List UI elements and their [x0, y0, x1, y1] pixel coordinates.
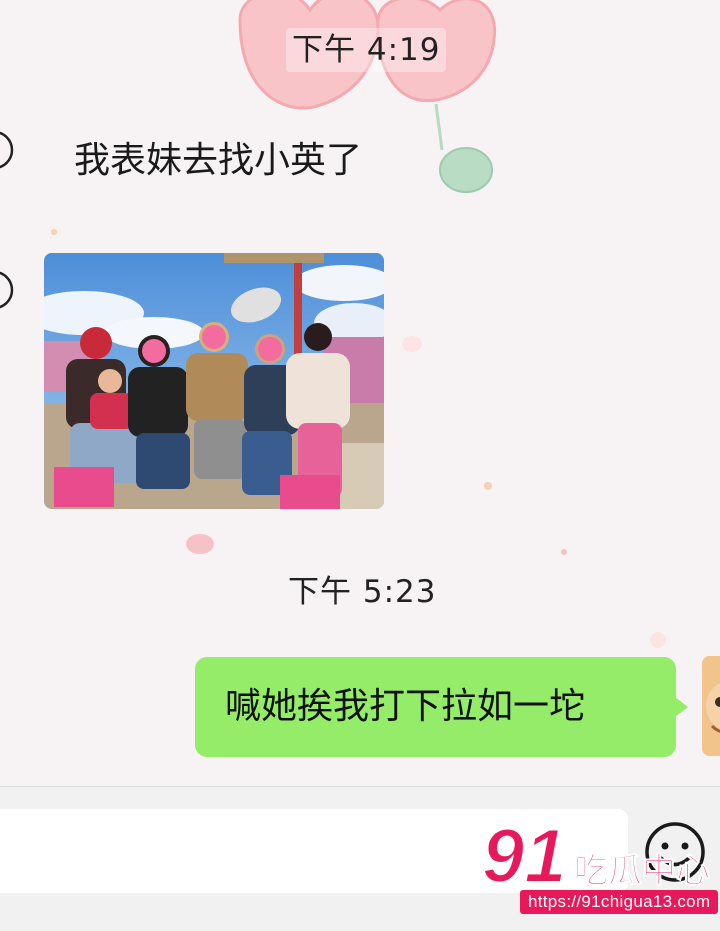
timestamp: 下午 5:23 [288, 574, 437, 610]
contact-avatar[interactable] [0, 122, 20, 192]
contact-avatar[interactable] [0, 262, 20, 332]
watermark-url: https://91chigua13.com [520, 890, 719, 914]
timestamp: 下午 4:19 [286, 28, 447, 72]
my-avatar[interactable] [702, 656, 720, 756]
site-watermark: 91 吃瓜中心 https://91chigua13.com [481, 813, 719, 922]
outgoing-message-text: 喊她挨我打下拉如一坨 [225, 686, 586, 727]
group-photo-image [44, 253, 384, 509]
svg-text:91: 91 [482, 820, 567, 892]
watermark-logo: 91 吃瓜中心 [481, 813, 711, 900]
incoming-message-text[interactable]: 我表妹去找小英了 [74, 136, 362, 186]
svg-text:吃瓜中心: 吃瓜中心 [574, 851, 710, 891]
outgoing-message-bubble[interactable]: 喊她挨我打下拉如一坨 [195, 657, 688, 757]
incoming-photo-message[interactable] [44, 253, 384, 509]
